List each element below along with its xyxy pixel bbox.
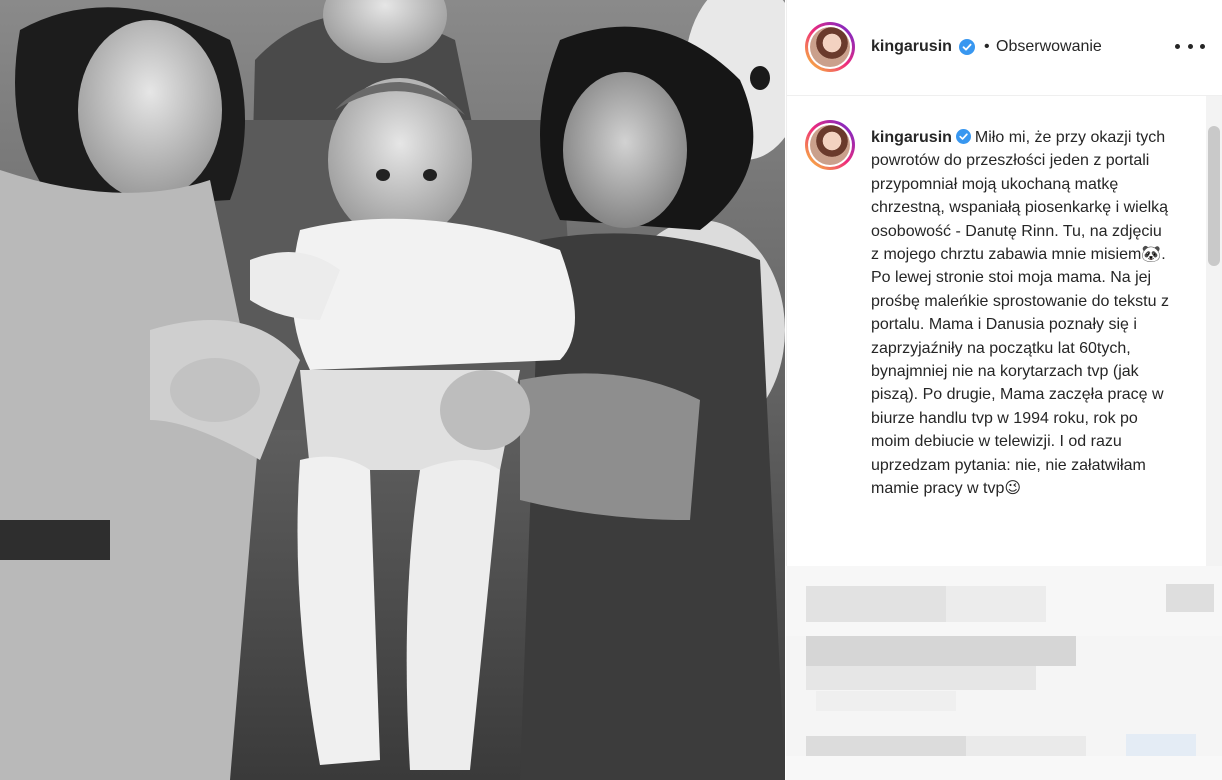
post-header: kingarusin • Obserwowanie [787,0,1222,96]
caption-avatar[interactable] [805,120,855,170]
pixelated-overlay [786,566,1222,780]
caption-text: Miło mi, że przy okazji tych powrotów do… [871,129,1169,498]
black-white-photo [0,0,785,780]
post-photo[interactable] [0,0,785,780]
following-button[interactable]: Obserwowanie [996,38,1102,56]
post-caption: kingarusin Miło mi, że przy okazji tych … [871,126,1171,501]
verified-badge-icon [955,129,971,144]
scrollbar-thumb[interactable] [1208,126,1220,266]
comments-scrollbar[interactable] [1206,96,1222,566]
verified-badge-icon [959,39,975,55]
caption-username-link[interactable]: kingarusin [871,129,952,146]
username-link[interactable]: kingarusin [871,38,952,56]
more-options-icon[interactable] [1175,36,1205,56]
profile-avatar[interactable] [805,22,855,72]
separator-dot: • [984,38,990,55]
